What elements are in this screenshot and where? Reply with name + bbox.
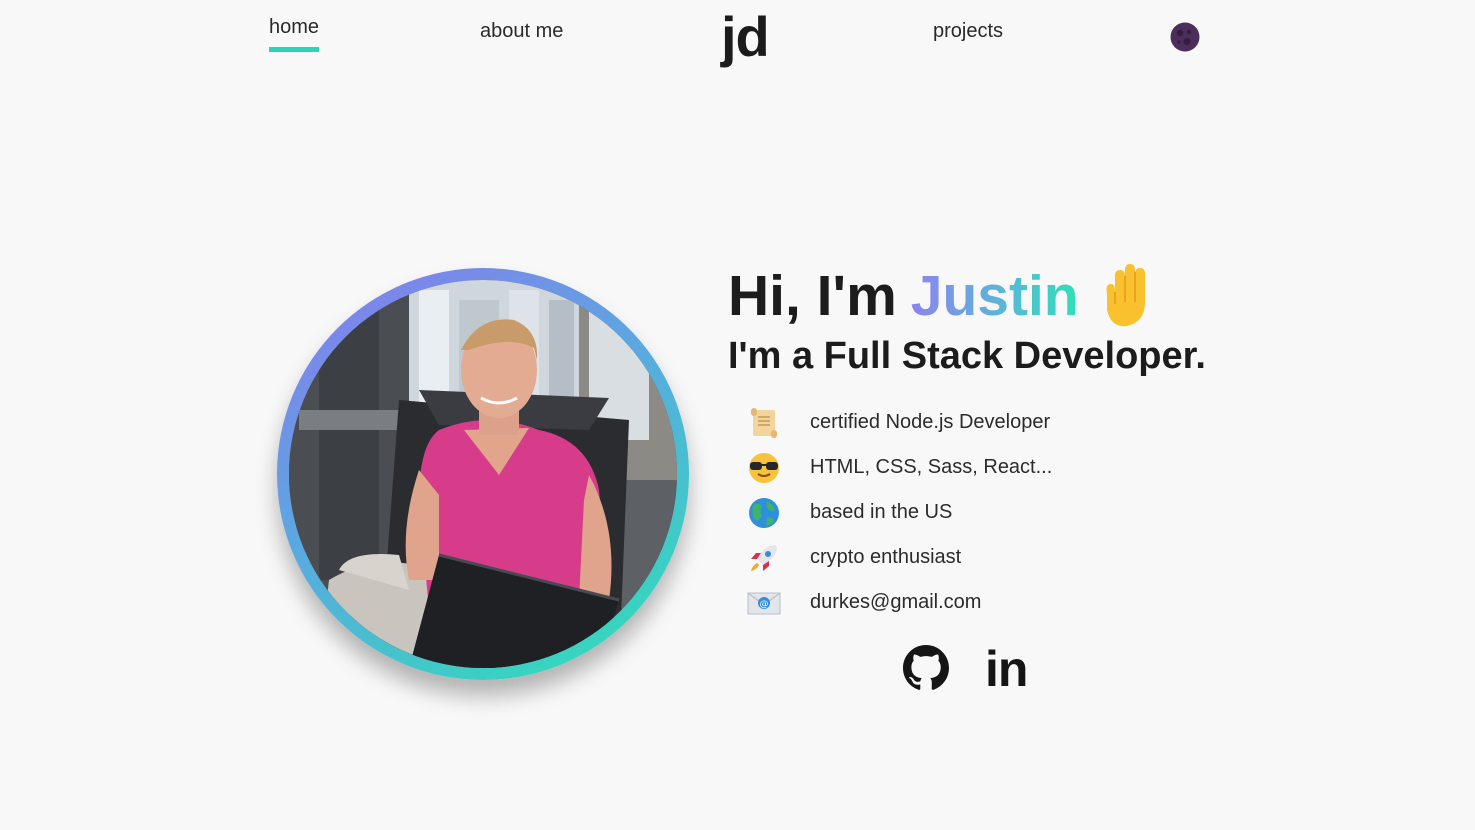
fact-text: durkes@gmail.com [810, 591, 982, 613]
hero-greeting: Hi, I'm Justin [728, 260, 1155, 332]
nav-about-me[interactable]: about me [480, 20, 563, 43]
list-item: @ durkes@gmail.com [746, 580, 1052, 625]
fact-text: HTML, CSS, Sass, React... [810, 456, 1053, 478]
hero-name: Justin [911, 260, 1079, 332]
fact-text: certified Node.js Developer [810, 411, 1051, 433]
linkedin-icon: in [985, 641, 1028, 697]
greeting-prefix: Hi, I'm [728, 264, 897, 328]
rocket-icon [746, 540, 782, 576]
github-link[interactable] [903, 645, 949, 693]
fact-list: certified Node.js Developer HTML, CSS, S… [746, 400, 1052, 625]
envelope-icon: @ [746, 585, 782, 621]
moon-icon [1170, 22, 1200, 52]
site-logo[interactable]: jd [721, 2, 770, 72]
fact-text: crypto enthusiast [810, 546, 962, 568]
nav-projects-label: projects [933, 20, 1004, 42]
sunglasses-face-icon [746, 450, 782, 486]
waving-hand-icon [1097, 264, 1155, 328]
nav-about-label: about me [480, 20, 564, 42]
hero-tagline: I'm a Full Stack Developer. [728, 335, 1206, 377]
list-item: HTML, CSS, Sass, React... [746, 445, 1052, 490]
nav-projects[interactable]: projects [933, 20, 1003, 43]
globe-icon [746, 495, 782, 531]
linkedin-link[interactable]: in [985, 644, 1028, 694]
profile-photo-frame [277, 268, 689, 680]
active-indicator [269, 47, 320, 52]
nav-home-label: home [269, 16, 320, 38]
theme-toggle-button[interactable] [1170, 22, 1200, 52]
list-item: crypto enthusiast [746, 535, 1052, 580]
fact-text: based in the US [810, 501, 953, 523]
list-item: certified Node.js Developer [746, 400, 1052, 445]
nav-home[interactable]: home [269, 16, 320, 52]
scroll-icon [746, 405, 782, 441]
svg-text:@: @ [760, 599, 769, 609]
github-icon [903, 645, 949, 690]
list-item: based in the US [746, 490, 1052, 535]
profile-photo [289, 280, 677, 668]
